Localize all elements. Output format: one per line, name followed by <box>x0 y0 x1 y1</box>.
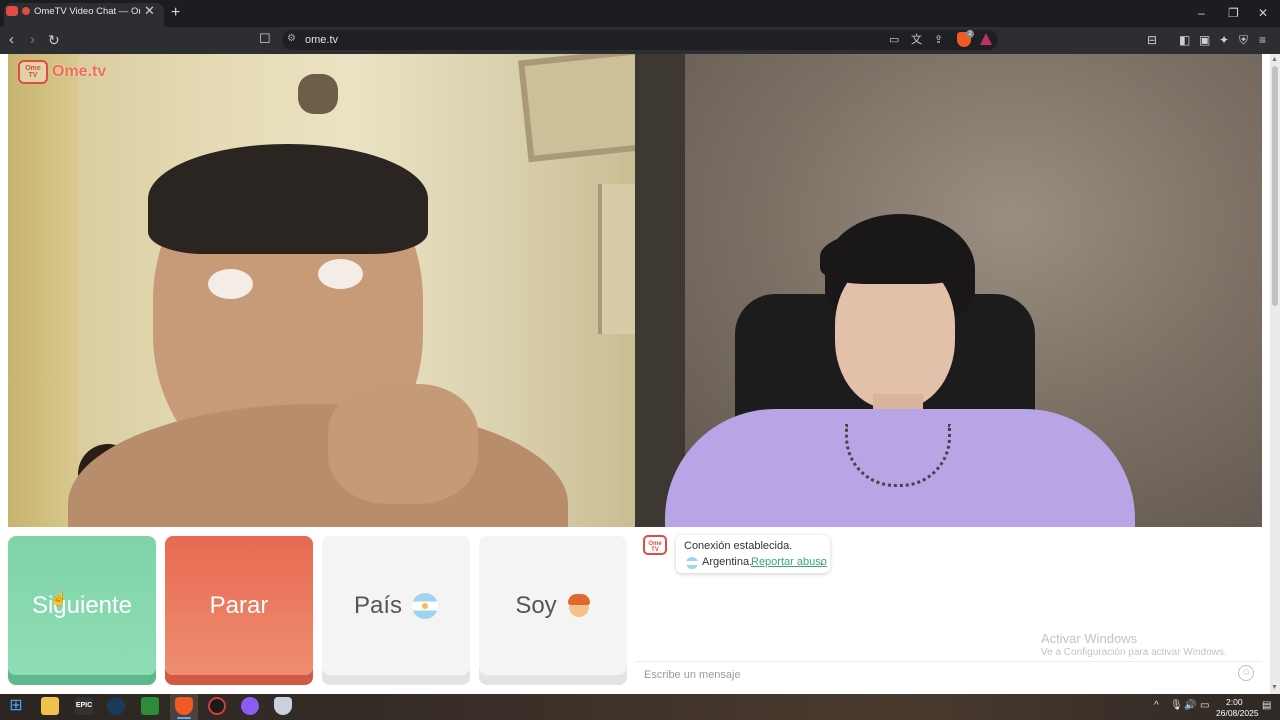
menu-icon[interactable]: ≡ <box>1259 32 1266 48</box>
url-text[interactable]: ome.tv <box>305 33 338 47</box>
bookmark-icon[interactable]: ☐ <box>259 31 271 47</box>
maximize-button[interactable]: ❐ <box>1228 4 1239 22</box>
stop-button[interactable]: Parar <box>165 536 313 675</box>
chat-avatar-text: Ome TV <box>648 541 662 553</box>
new-tab-button[interactable]: + <box>171 3 180 23</box>
shield-count-badge: 2 <box>966 30 974 38</box>
next-button[interactable]: Siguiente <box>8 536 156 675</box>
tab-close-icon[interactable]: ✕ <box>144 3 155 19</box>
xbox-icon[interactable] <box>141 697 159 715</box>
taskbar-active-indicator <box>177 717 191 719</box>
stranger-country-text: Argentina. <box>702 556 753 568</box>
stranger-video <box>8 54 635 527</box>
logo-text: Ome.tv <box>52 63 107 80</box>
volume-icon[interactable]: 🔊 <box>1184 700 1196 712</box>
brave-browser-icon[interactable] <box>175 697 193 715</box>
argentina-flag-icon <box>412 592 439 619</box>
cast-icon[interactable]: ▭ <box>889 32 899 48</box>
logo-badge-text: Ome TV <box>25 65 41 79</box>
stop-button-label: Parar <box>209 591 269 619</box>
argentina-flag-icon <box>686 557 698 569</box>
forward-icon[interactable]: › <box>30 30 35 50</box>
clock-date[interactable]: 26/08/2025 <box>1216 708 1259 718</box>
leo-ai-icon[interactable]: ✦ <box>1219 32 1229 48</box>
scrollbar-thumb[interactable] <box>1272 66 1278 306</box>
activate-windows-title: Activar Windows <box>1041 631 1138 646</box>
country-filter-button[interactable]: País <box>322 536 470 675</box>
share-icon[interactable]: ⇪ <box>934 32 943 48</box>
recording-indicator-icon <box>22 7 30 15</box>
file-explorer-icon[interactable] <box>41 697 59 715</box>
back-icon[interactable]: ‹ <box>9 30 14 50</box>
report-abuse-link[interactable]: Reportar abuso <box>751 556 827 569</box>
vpn-icon[interactable]: ⛨ <box>1239 32 1248 48</box>
site-info-icon[interactable]: ⚙ <box>287 33 296 44</box>
network-icon[interactable]: ▭ <box>1200 700 1209 712</box>
activate-windows-subtitle: Ve a Configuración para activar Windows. <box>1041 647 1227 658</box>
tray-chevron-icon[interactable]: ^ <box>1154 700 1159 712</box>
epic-games-icon[interactable]: EPIC <box>75 697 93 715</box>
brave-rewards-icon[interactable] <box>980 33 992 45</box>
connection-status-text: Conexión establecida. <box>684 540 793 552</box>
clock-time[interactable]: 2:00 <box>1226 697 1243 707</box>
self-video <box>635 54 1262 527</box>
reload-icon[interactable]: ↻ <box>48 30 60 50</box>
gender-button[interactable]: Soy <box>479 536 627 675</box>
steam-icon[interactable] <box>107 697 125 715</box>
scroll-down-icon[interactable]: ▼ <box>1271 684 1278 691</box>
chat-message-input[interactable] <box>642 666 1236 684</box>
security-app-icon[interactable] <box>274 697 292 715</box>
sidebar-icon[interactable]: ◧ <box>1179 32 1190 48</box>
tab-title: OmeTV Video Chat — Omegle <box>34 6 140 17</box>
boy-emoji-icon <box>567 593 591 619</box>
ometv-favicon-icon <box>6 6 18 16</box>
gender-button-label: Soy <box>515 591 557 619</box>
report-suffix: . <box>820 556 824 568</box>
windows-start-icon[interactable]: ⊞ <box>7 697 25 715</box>
next-button-label: Siguiente <box>31 591 133 619</box>
country-button-label: País <box>353 591 403 619</box>
translate-icon[interactable]: 文 <box>911 32 922 48</box>
tab-search-icon[interactable]: ⊟ <box>1147 32 1157 48</box>
chat-divider <box>635 661 1262 662</box>
close-window-button[interactable]: ✕ <box>1258 4 1268 22</box>
wallet-icon[interactable]: ▣ <box>1199 32 1210 48</box>
notifications-icon[interactable]: ▤ <box>1262 700 1271 712</box>
emoji-icon[interactable]: ☺ <box>1238 665 1254 681</box>
discord-icon[interactable] <box>241 697 259 715</box>
tab-bar <box>0 0 1280 27</box>
opera-gx-icon[interactable] <box>208 697 226 715</box>
minimize-button[interactable]: – <box>1198 4 1205 22</box>
scroll-up-icon[interactable]: ▲ <box>1271 56 1278 63</box>
microphone-icon[interactable]: 🎙 <box>1170 700 1183 712</box>
mouse-cursor-icon: ☝ <box>50 590 68 606</box>
